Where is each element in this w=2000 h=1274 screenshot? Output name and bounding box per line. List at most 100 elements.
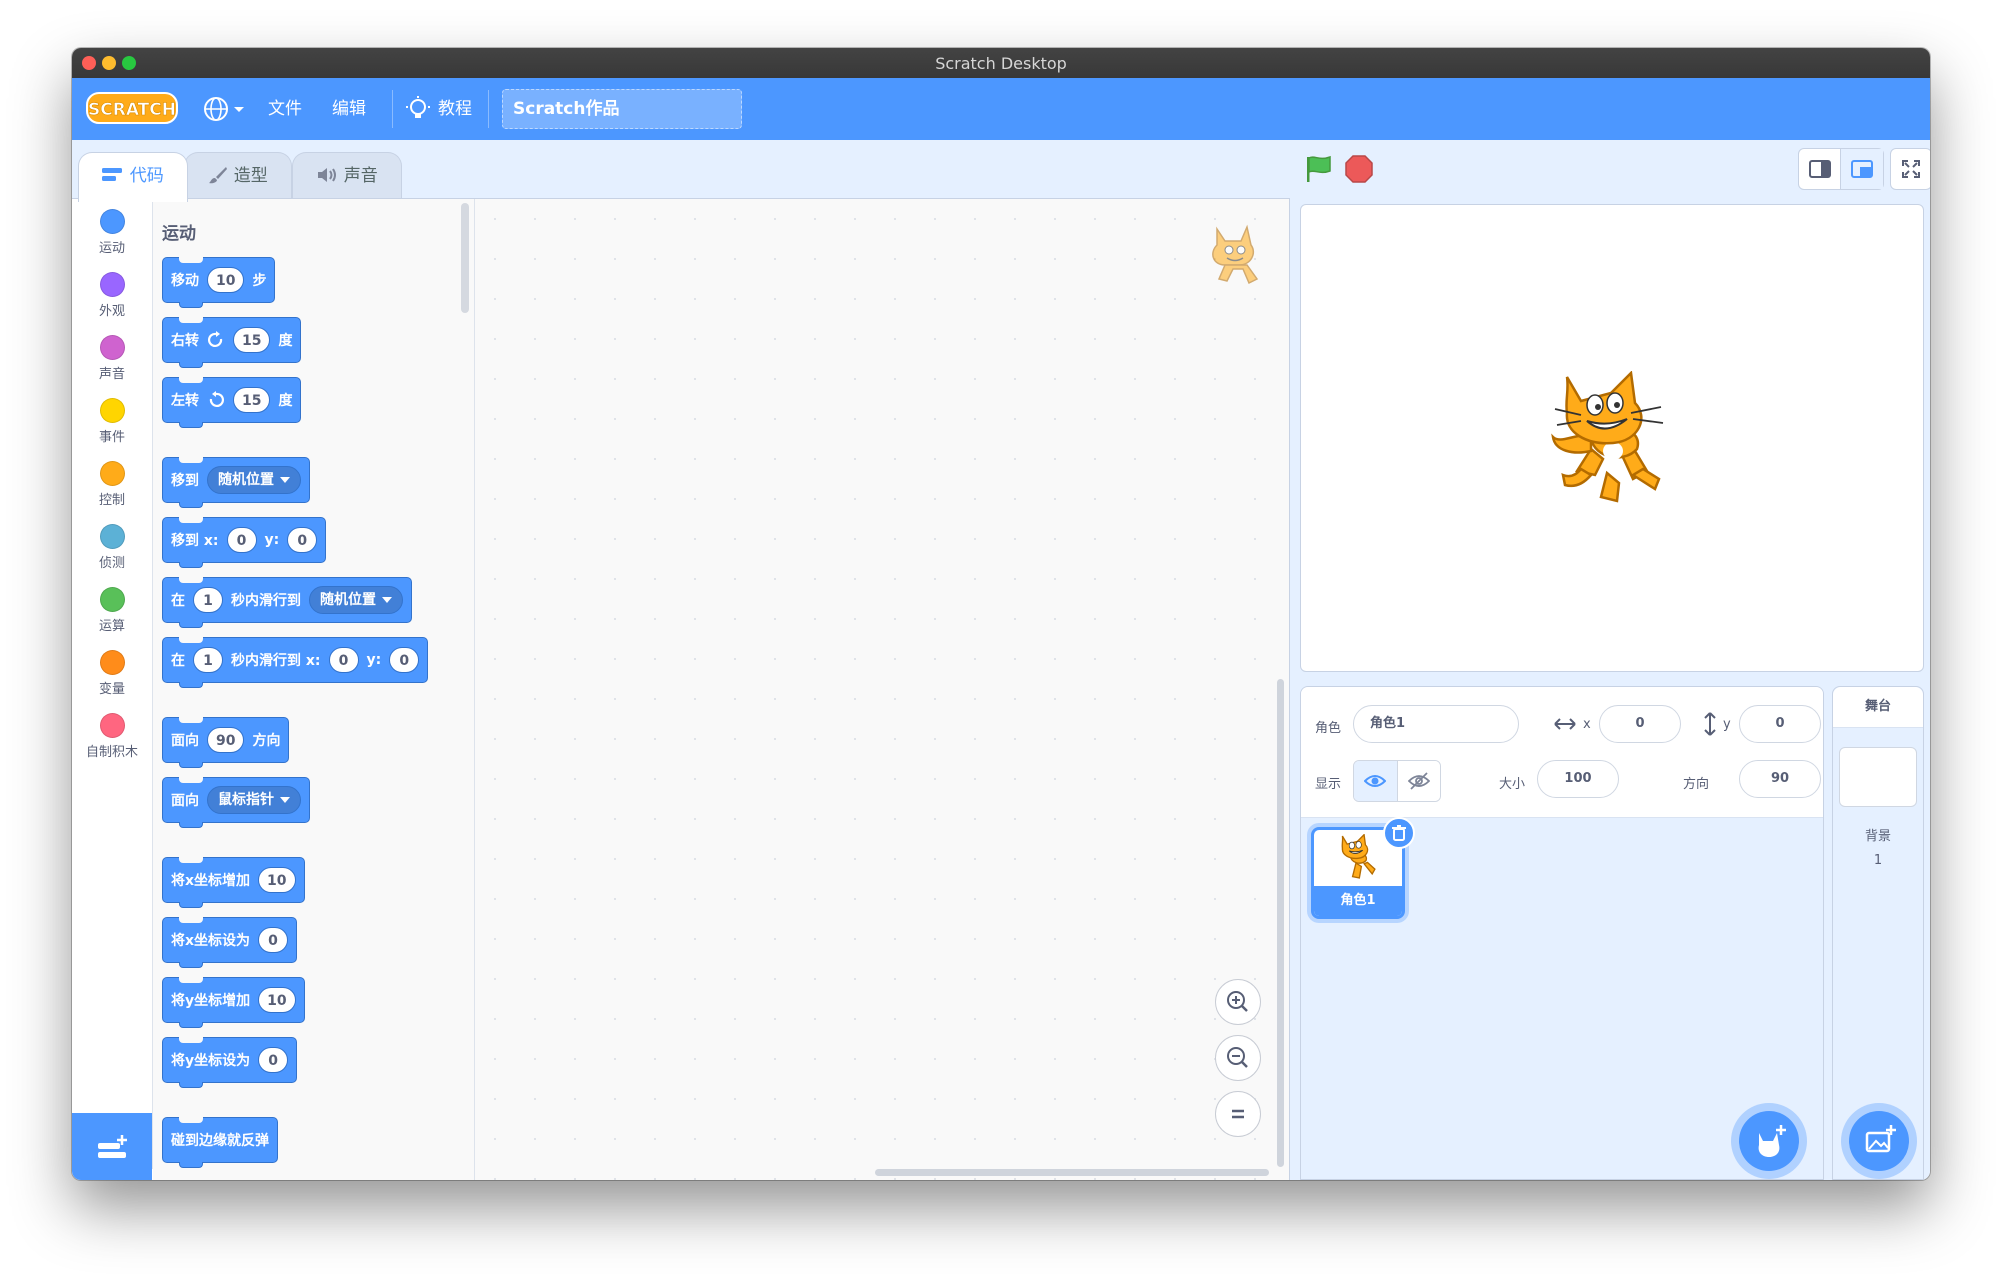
block-text: 度 [278,333,293,349]
add-extension-button[interactable] [72,1113,152,1180]
block-point-in-direction[interactable]: 面向 90 方向 [162,717,290,768]
zoom-reset-button[interactable] [1215,1091,1261,1137]
block-dropdown[interactable]: 鼠标指针 [207,786,301,814]
stop-icon[interactable] [1344,154,1374,184]
category-looks[interactable]: 外观 [72,272,152,319]
block-turn-left[interactable]: 左转 15 度 [162,377,302,428]
large-stage-button[interactable] [1841,149,1883,189]
backdrop-thumbnail[interactable] [1839,747,1917,807]
file-menu[interactable]: 文件 [268,78,302,140]
scratch-logo[interactable]: SCRATCH [86,90,178,126]
block-point-towards[interactable]: 面向 鼠标指针 [162,777,310,828]
project-title-input[interactable]: Scratch作品 [502,89,742,129]
block-text: 碰到边缘就反弹 [171,1133,269,1149]
block-input[interactable]: 90 [207,727,245,753]
zoom-in-button[interactable] [1215,979,1261,1025]
rotate-right-icon [207,331,223,348]
small-stage-icon [1808,160,1831,178]
stage-selector[interactable]: 舞台 背景 1 [1832,686,1924,1180]
block-set-y[interactable]: 将y坐标设为 0 [162,1037,298,1088]
block-input[interactable]: 1 [193,587,223,613]
add-extension-icon [98,1135,127,1158]
category-my-blocks[interactable]: 自制积木 [72,713,152,760]
small-stage-button[interactable] [1799,149,1841,189]
tab-sounds[interactable]: 声音 [292,152,402,200]
category-events[interactable]: 事件 [72,398,152,445]
block-input[interactable]: 0 [226,527,257,553]
block-change-x[interactable]: 将x坐标增加 10 [162,857,305,908]
category-dot [99,587,125,612]
choose-sprite-button[interactable] [1739,1111,1799,1171]
edit-menu[interactable]: 编辑 [332,78,366,140]
tab-code[interactable]: 代码 [78,152,188,202]
choose-backdrop-button[interactable] [1849,1111,1909,1171]
delete-sprite-button[interactable] [1383,817,1415,849]
category-menu: 运动 外观 声音 事件 控制 侦测 运算 变量 自制积木 [72,199,153,1169]
hide-sprite-button[interactable] [1397,761,1440,801]
script-workspace[interactable] [475,199,1289,1180]
tutorials-button[interactable]: 教程 [406,78,472,140]
block-input[interactable]: 0 [258,1047,289,1073]
zoom-out-button[interactable] [1215,1035,1261,1081]
green-flag-icon[interactable] [1304,154,1334,184]
fullscreen-button[interactable] [1890,148,1930,190]
show-sprite-button[interactable] [1354,761,1398,801]
category-operators[interactable]: 运算 [72,587,152,634]
block-input[interactable]: 15 [233,387,271,413]
category-label: 变量 [98,682,125,697]
direction-input[interactable]: 90 [1739,760,1821,798]
category-sound[interactable]: 声音 [72,335,152,382]
block-move-steps[interactable]: 移动 10 步 [162,257,276,308]
eye-icon [1364,775,1387,787]
stage-size-toggle [1798,148,1884,190]
workspace-vertical-scrollbar[interactable] [1277,679,1284,1167]
block-input[interactable]: 0 [328,647,359,673]
block-glide-to-xy[interactable]: 在 1 秒内滑行到 x: 0 y: 0 [162,637,429,688]
block-text: y: [366,652,382,668]
category-variables[interactable]: 变量 [72,650,152,697]
category-control[interactable]: 控制 [72,461,152,508]
sprite-label: 角色 [1315,721,1342,736]
block-input[interactable]: 0 [258,927,289,953]
palette-scrollbar[interactable] [461,203,469,313]
stage-canvas[interactable] [1300,204,1924,672]
block-go-to-xy[interactable]: 移到 x: 0 y: 0 [162,517,327,568]
block-text: 在 [171,653,185,669]
block-input[interactable]: 0 [389,647,420,673]
block-palette[interactable]: 运动 移动 10 步 右转 15 度 左转 15 度 移到 随机位置 移到 x:… [153,199,475,1180]
category-sensing[interactable]: 侦测 [72,524,152,571]
block-input[interactable]: 10 [258,867,296,893]
block-text: 秒内滑行到 [231,593,301,609]
add-backdrop-icon [1865,1125,1896,1153]
block-glide-to[interactable]: 在 1 秒内滑行到 随机位置 [162,577,412,628]
block-go-to[interactable]: 移到 随机位置 [162,457,310,508]
block-input[interactable]: 1 [193,647,223,673]
block-input[interactable]: 10 [207,267,245,293]
sprite-name-input[interactable]: 角色1 [1353,705,1519,743]
category-dot [99,398,125,423]
block-input[interactable]: 10 [258,987,296,1013]
x-input[interactable]: 0 [1599,705,1681,743]
block-set-x[interactable]: 将x坐标设为 0 [162,917,298,968]
trash-icon [1392,825,1406,841]
block-bounce-on-edge[interactable]: 碰到边缘就反弹 [162,1117,278,1168]
tab-costumes[interactable]: 造型 [184,152,292,200]
zoom-out-icon [1227,1047,1248,1068]
language-menu[interactable] [202,78,248,140]
speaker-icon [318,168,337,182]
block-input[interactable]: 0 [287,527,318,553]
window-title: Scratch Desktop [935,54,1067,73]
size-input[interactable]: 100 [1537,760,1619,798]
show-label: 显示 [1315,777,1342,792]
block-dropdown[interactable]: 随机位置 [207,466,301,494]
y-input[interactable]: 0 [1739,705,1821,743]
block-dropdown[interactable]: 随机位置 [309,586,403,614]
block-input[interactable]: 15 [233,327,271,353]
block-change-y[interactable]: 将y坐标增加 10 [162,977,305,1028]
category-motion[interactable]: 运动 [72,209,152,256]
block-turn-right[interactable]: 右转 15 度 [162,317,302,368]
workspace-horizontal-scrollbar[interactable] [875,1169,1269,1176]
stage-header [1296,140,1930,198]
category-label: 运算 [98,619,125,634]
cat-sprite[interactable] [1551,371,1681,507]
